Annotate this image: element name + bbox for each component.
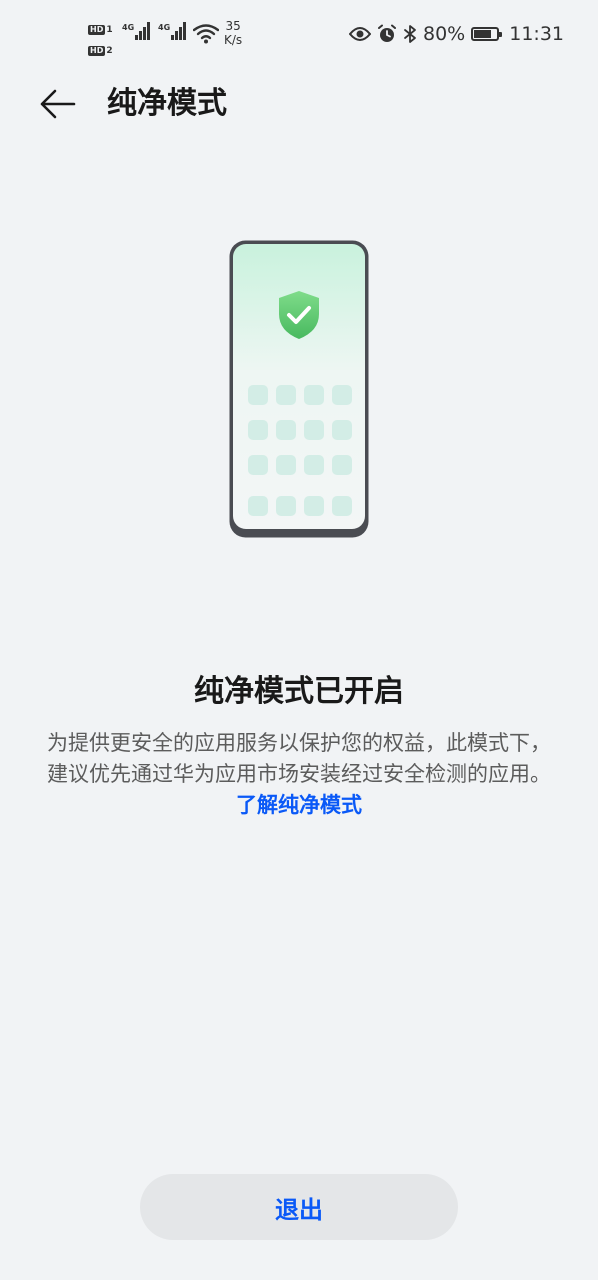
back-arrow-icon (40, 89, 76, 119)
exit-button[interactable]: 退出 (140, 1174, 458, 1240)
speed-value: 35 (225, 19, 241, 33)
phone-illustration (229, 240, 369, 538)
network2-label: 4G (158, 23, 171, 32)
status-bar: HD 1 HD 2 4G 4G 35 K/s 80% 11:31 (0, 0, 598, 70)
network-speed: 35 K/s (224, 19, 242, 47)
clock: 11:31 (509, 23, 564, 45)
sim2-index: 2 (106, 46, 113, 56)
sim1-index: 1 (106, 25, 113, 35)
page-title: 纯净模式 (107, 86, 227, 121)
bluetooth-icon (404, 25, 416, 43)
description-text: 为提供更安全的应用服务以保护您的权益，此模式下，建议优先通过华为应用市场安装经过… (47, 731, 551, 786)
back-button[interactable] (36, 84, 84, 124)
battery-percent: 80% (423, 23, 466, 45)
battery-icon (471, 27, 503, 41)
sim2-badge: HD (88, 46, 106, 56)
mode-status-headline: 纯净模式已开启 (194, 674, 404, 709)
eye-icon (349, 27, 371, 41)
signal-icon: 4G (158, 22, 186, 40)
battery-fill (474, 30, 492, 38)
learn-more-link[interactable]: 了解纯净模式 (236, 793, 362, 817)
wifi-icon (193, 24, 219, 44)
signal-icon: 4G (122, 22, 150, 40)
title-bar: 纯净模式 (0, 72, 598, 136)
sim-indicators: HD 1 HD 2 (88, 17, 118, 59)
status-right: 80% 11:31 (349, 23, 564, 45)
alarm-icon (378, 24, 396, 42)
sim1-badge: HD (88, 25, 106, 35)
mode-description: 为提供更安全的应用服务以保护您的权益，此模式下，建议优先通过华为应用市场安装经过… (40, 728, 558, 821)
pure-mode-illustration (228, 239, 370, 543)
network1-label: 4G (122, 23, 135, 32)
speed-unit: K/s (224, 33, 243, 47)
